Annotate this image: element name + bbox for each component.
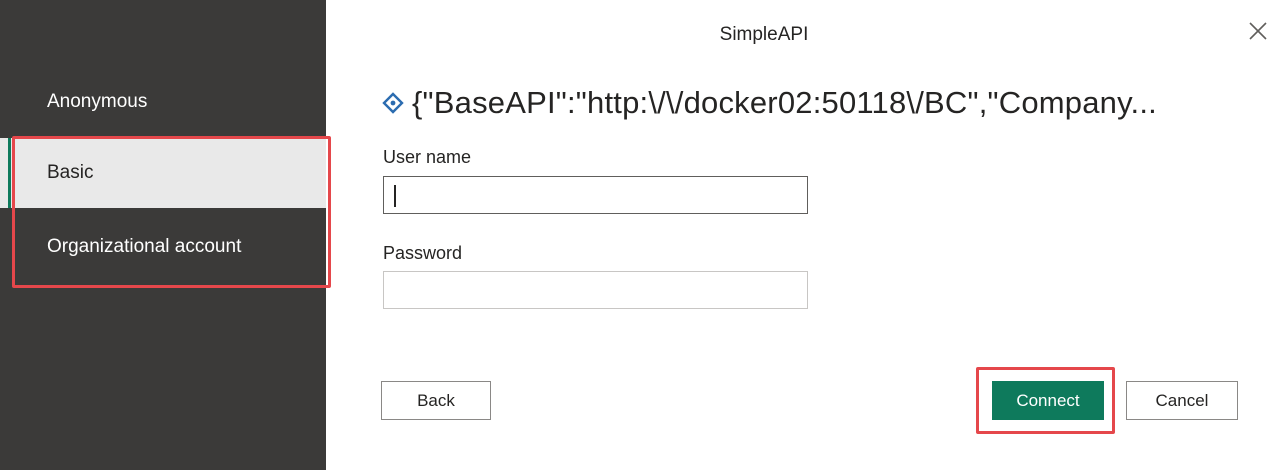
sidebar-item-organizational-account[interactable]: Organizational account bbox=[0, 212, 326, 282]
dialog-title: SimpleAPI bbox=[719, 24, 809, 45]
close-button[interactable] bbox=[1245, 18, 1271, 44]
username-label: User name bbox=[383, 147, 472, 167]
sidebar-item-label: Anonymous bbox=[47, 91, 148, 112]
data-source-url: {"BaseAPI":"http:\/\/docker02:50118\/BC"… bbox=[382, 78, 1262, 128]
close-icon bbox=[1249, 22, 1267, 40]
sidebar-item-label: Basic bbox=[47, 162, 94, 183]
username-input[interactable] bbox=[383, 176, 808, 214]
password-label: Password bbox=[383, 243, 463, 263]
text-caret bbox=[394, 185, 396, 207]
selected-indicator bbox=[8, 138, 11, 208]
sidebar-item-anonymous[interactable]: Anonymous bbox=[0, 74, 326, 130]
back-button[interactable]: Back bbox=[381, 381, 491, 420]
auth-sidebar: Anonymous Basic Organizational account bbox=[0, 0, 326, 470]
password-input[interactable] bbox=[383, 271, 808, 309]
connect-button[interactable]: Connect bbox=[992, 381, 1104, 420]
sidebar-item-basic[interactable]: Basic bbox=[0, 138, 326, 208]
diamond-link-icon bbox=[382, 92, 404, 114]
cancel-button[interactable]: Cancel bbox=[1126, 381, 1238, 420]
sidebar-item-label: Organizational account bbox=[47, 236, 242, 257]
url-text: {"BaseAPI":"http:\/\/docker02:50118\/BC"… bbox=[412, 85, 1157, 120]
